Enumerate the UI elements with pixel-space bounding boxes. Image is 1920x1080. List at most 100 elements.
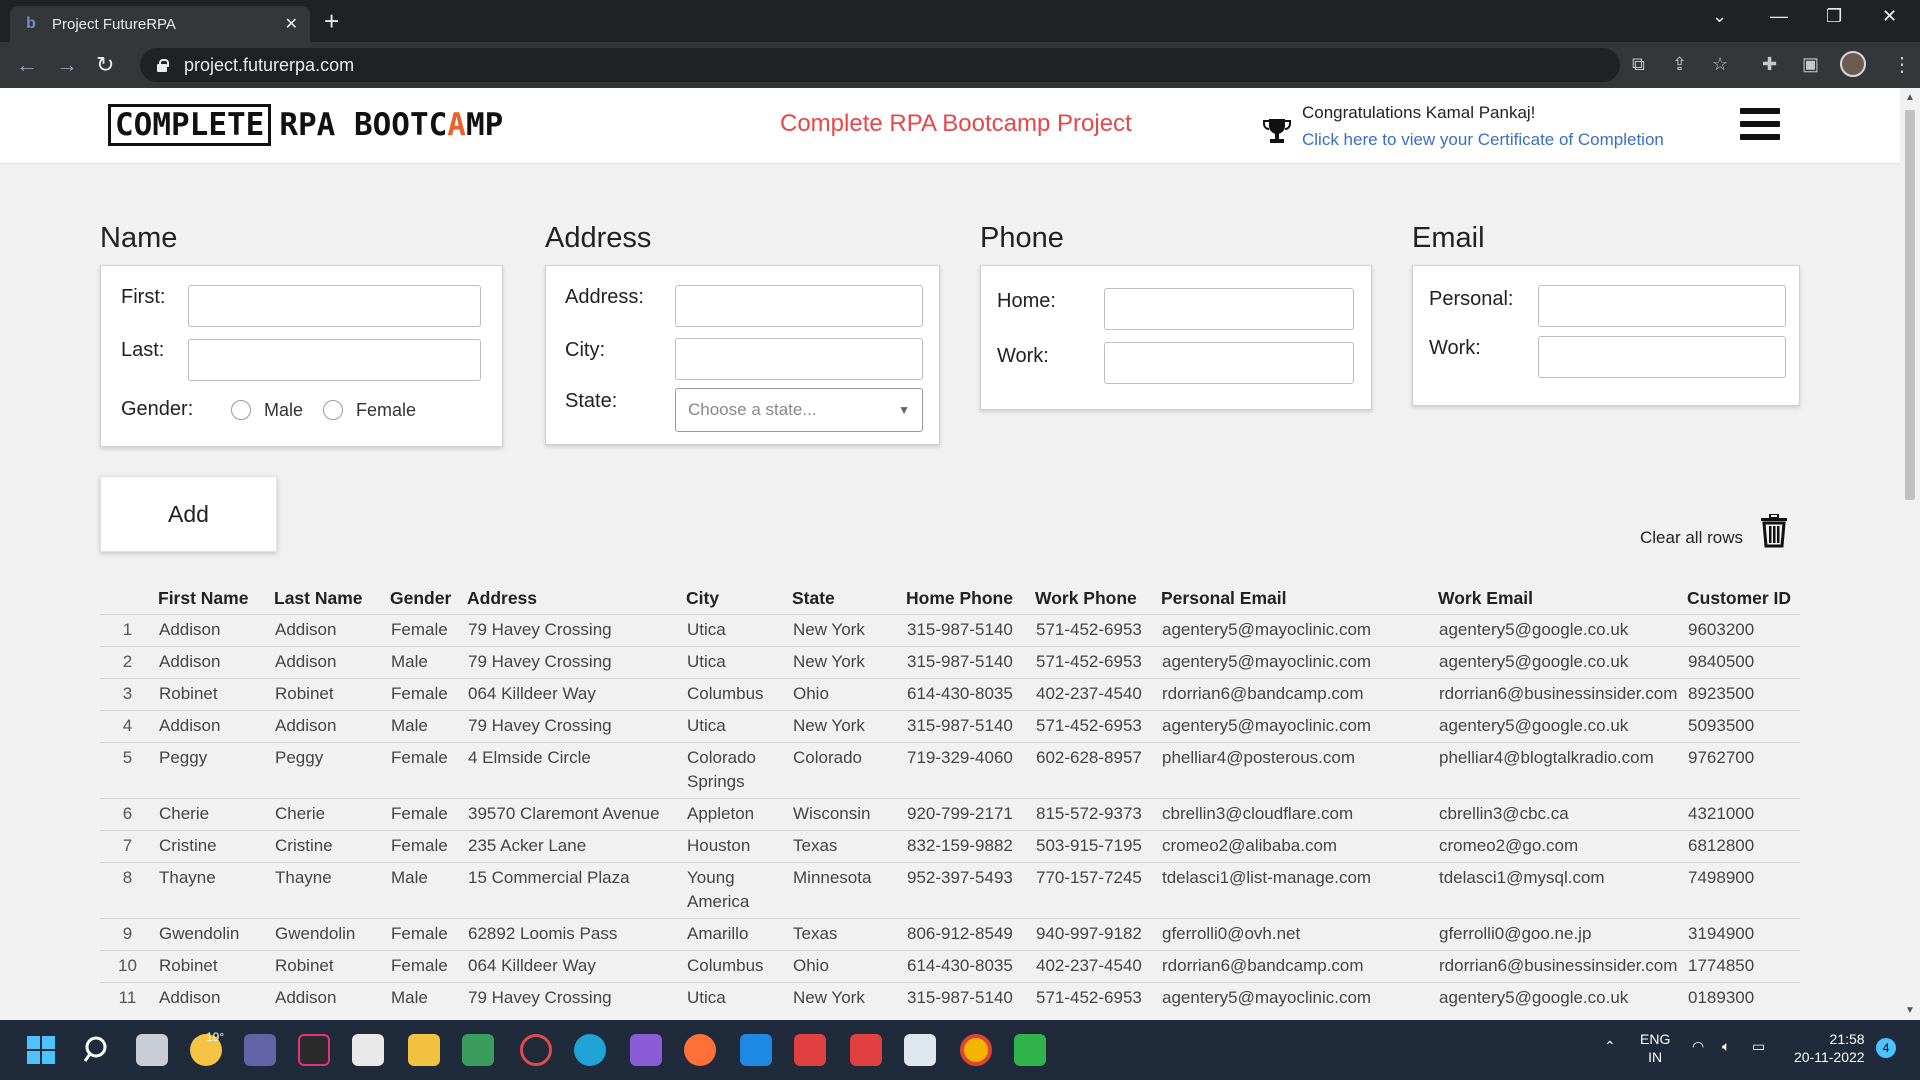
restore-icon[interactable]: ❐: [1826, 6, 1842, 27]
hamburger-menu-icon[interactable]: [1740, 108, 1780, 144]
table-row: 11 Addison Addison Male 79 Havey Crossing Uti…: [100, 981, 1800, 1014]
table-cell: Addison: [156, 709, 272, 742]
back-icon[interactable]: ←: [16, 52, 38, 78]
table-row: 9 Gwendolin Gwendolin Female 62892 Loomis Pa…: [100, 917, 1800, 950]
volume-icon[interactable]: 🔈︎: [1722, 1038, 1730, 1055]
certificate-link[interactable]: Click here to view your Certificate of C…: [1302, 130, 1664, 150]
table-cell: 79 Havey Crossing: [465, 645, 684, 678]
scrollbar-thumb[interactable]: [1905, 110, 1915, 500]
column-header: Work Email: [1438, 588, 1533, 609]
forward-icon[interactable]: →: [56, 52, 78, 78]
table-cell: Male: [388, 981, 465, 1014]
table-cell: Female: [388, 677, 465, 710]
media-app-icon[interactable]: [1014, 1034, 1046, 1066]
battery-icon[interactable]: ▭: [1752, 1038, 1765, 1055]
task-view-icon[interactable]: [136, 1034, 168, 1066]
city-input[interactable]: [675, 338, 923, 380]
automation-app-icon[interactable]: [794, 1034, 826, 1066]
page-scrollbar[interactable]: ▲ ▼: [1900, 88, 1920, 1020]
automation-app-2-icon[interactable]: [850, 1034, 882, 1066]
profile-avatar[interactable]: [1840, 51, 1866, 77]
table-cell: 6812800: [1685, 829, 1800, 862]
personal-email-input[interactable]: [1538, 285, 1786, 327]
table-cell: Columbus: [684, 677, 790, 710]
table-cell: Colorado: [790, 741, 904, 798]
table-cell: gferrolli0@ovh.net: [1159, 917, 1436, 950]
teams-icon[interactable]: [244, 1034, 276, 1066]
file-explorer-icon[interactable]: [408, 1034, 440, 1066]
side-panel-icon[interactable]: ▣: [1802, 54, 1819, 75]
bezel-app-icon[interactable]: [298, 1034, 330, 1066]
trash-icon[interactable]: [1760, 513, 1788, 548]
email-section-title: Email: [1412, 222, 1485, 254]
table-row: 6 Cherie Cherie Female 39570 Claremont Avenu…: [100, 797, 1800, 830]
table-cell: cromeo2@go.com: [1436, 829, 1685, 862]
work-phone-input[interactable]: [1104, 342, 1354, 384]
phone-section-title: Phone: [980, 222, 1064, 254]
scroll-down-icon[interactable]: ▼: [1905, 1005, 1915, 1016]
windows-start-icon[interactable]: [26, 1035, 56, 1065]
windows-taskbar: 19° ⌃ ENG IN ◠ 🔈︎ ▭ 21:58 20-11-2022 4: [0, 1020, 1920, 1080]
table-cell: 571-452-6953: [1033, 981, 1159, 1014]
state-select[interactable]: Choose a state... ▼: [675, 388, 923, 432]
browser-menu-icon[interactable]: ⋮: [1892, 52, 1912, 77]
table-cell: 806-912-8549: [904, 917, 1033, 950]
table-cell: Female: [388, 949, 465, 982]
microsoft-store-icon[interactable]: [352, 1034, 384, 1066]
table-cell: Minnesota: [790, 861, 904, 918]
logo[interactable]: COMPLETE RPA BOOTCAMP: [108, 104, 503, 146]
new-tab-icon[interactable]: +: [324, 8, 339, 34]
browser-tab-bar: b Project FutureRPA ✕ + ⌄ — ❐ ✕: [0, 0, 1920, 42]
table-cell: cbrellin3@cbc.ca: [1436, 797, 1685, 830]
firefox-icon[interactable]: [684, 1034, 716, 1066]
address-card: Address: City: State: Choose a state... …: [545, 265, 940, 445]
add-button[interactable]: Add: [100, 476, 277, 552]
table-cell: Ohio: [790, 949, 904, 982]
address-section-title: Address: [545, 222, 652, 254]
language-indicator[interactable]: ENG IN: [1640, 1030, 1670, 1066]
chrome-icon[interactable]: [960, 1034, 992, 1066]
female-radio[interactable]: [323, 400, 343, 420]
notification-badge[interactable]: 4: [1876, 1038, 1896, 1058]
clear-all-rows-link[interactable]: Clear all rows: [1640, 528, 1743, 548]
first-name-input[interactable]: [188, 285, 481, 327]
table-cell: tdelasci1@mysql.com: [1436, 861, 1685, 918]
share-icon[interactable]: ⇪: [1672, 54, 1687, 75]
table-cell: New York: [790, 645, 904, 678]
male-radio[interactable]: [231, 400, 251, 420]
visual-studio-icon[interactable]: [630, 1034, 662, 1066]
table-cell: cromeo2@alibaba.com: [1159, 829, 1436, 862]
photos-app-icon[interactable]: [904, 1034, 936, 1066]
tab-close-icon[interactable]: ✕: [285, 14, 298, 34]
clock[interactable]: 21:58 20-11-2022: [1794, 1030, 1865, 1066]
recorder-icon[interactable]: [520, 1034, 552, 1066]
address-bar[interactable]: project.futurerpa.com: [140, 48, 1620, 82]
uipath-studio-icon[interactable]: [740, 1034, 772, 1066]
wifi-icon[interactable]: ◠: [1692, 1038, 1704, 1055]
work-email-input[interactable]: [1538, 336, 1786, 378]
bookmark-star-icon[interactable]: ☆: [1712, 54, 1728, 75]
minimize-icon[interactable]: —: [1770, 6, 1788, 27]
translate-icon[interactable]: ⧉: [1632, 54, 1645, 75]
table-cell: 315-987-5140: [904, 981, 1033, 1014]
last-name-input[interactable]: [188, 339, 481, 381]
edge-icon[interactable]: [574, 1034, 606, 1066]
home-phone-input[interactable]: [1104, 288, 1354, 330]
table-cell: Thayne: [156, 861, 272, 918]
column-header: City: [686, 588, 720, 609]
close-window-icon[interactable]: ✕: [1882, 6, 1897, 27]
table-cell: 4321000: [1685, 797, 1800, 830]
chevron-down-icon: ▼: [898, 403, 910, 417]
tab-search-chevron-icon[interactable]: ⌄: [1712, 6, 1727, 27]
reload-icon[interactable]: ↻: [96, 52, 114, 78]
show-hidden-icons-icon[interactable]: ⌃: [1604, 1038, 1616, 1055]
search-icon[interactable]: [82, 1034, 114, 1066]
extensions-icon[interactable]: ✚: [1762, 54, 1777, 75]
address-input[interactable]: [675, 285, 923, 327]
table-cell: 315-987-5140: [904, 613, 1033, 646]
scroll-up-icon[interactable]: ▲: [1905, 92, 1915, 103]
table-cell: 315-987-5140: [904, 645, 1033, 678]
male-label: Male: [264, 400, 304, 420]
excel-app-icon[interactable]: [462, 1034, 494, 1066]
browser-tab[interactable]: b Project FutureRPA ✕: [10, 6, 310, 42]
